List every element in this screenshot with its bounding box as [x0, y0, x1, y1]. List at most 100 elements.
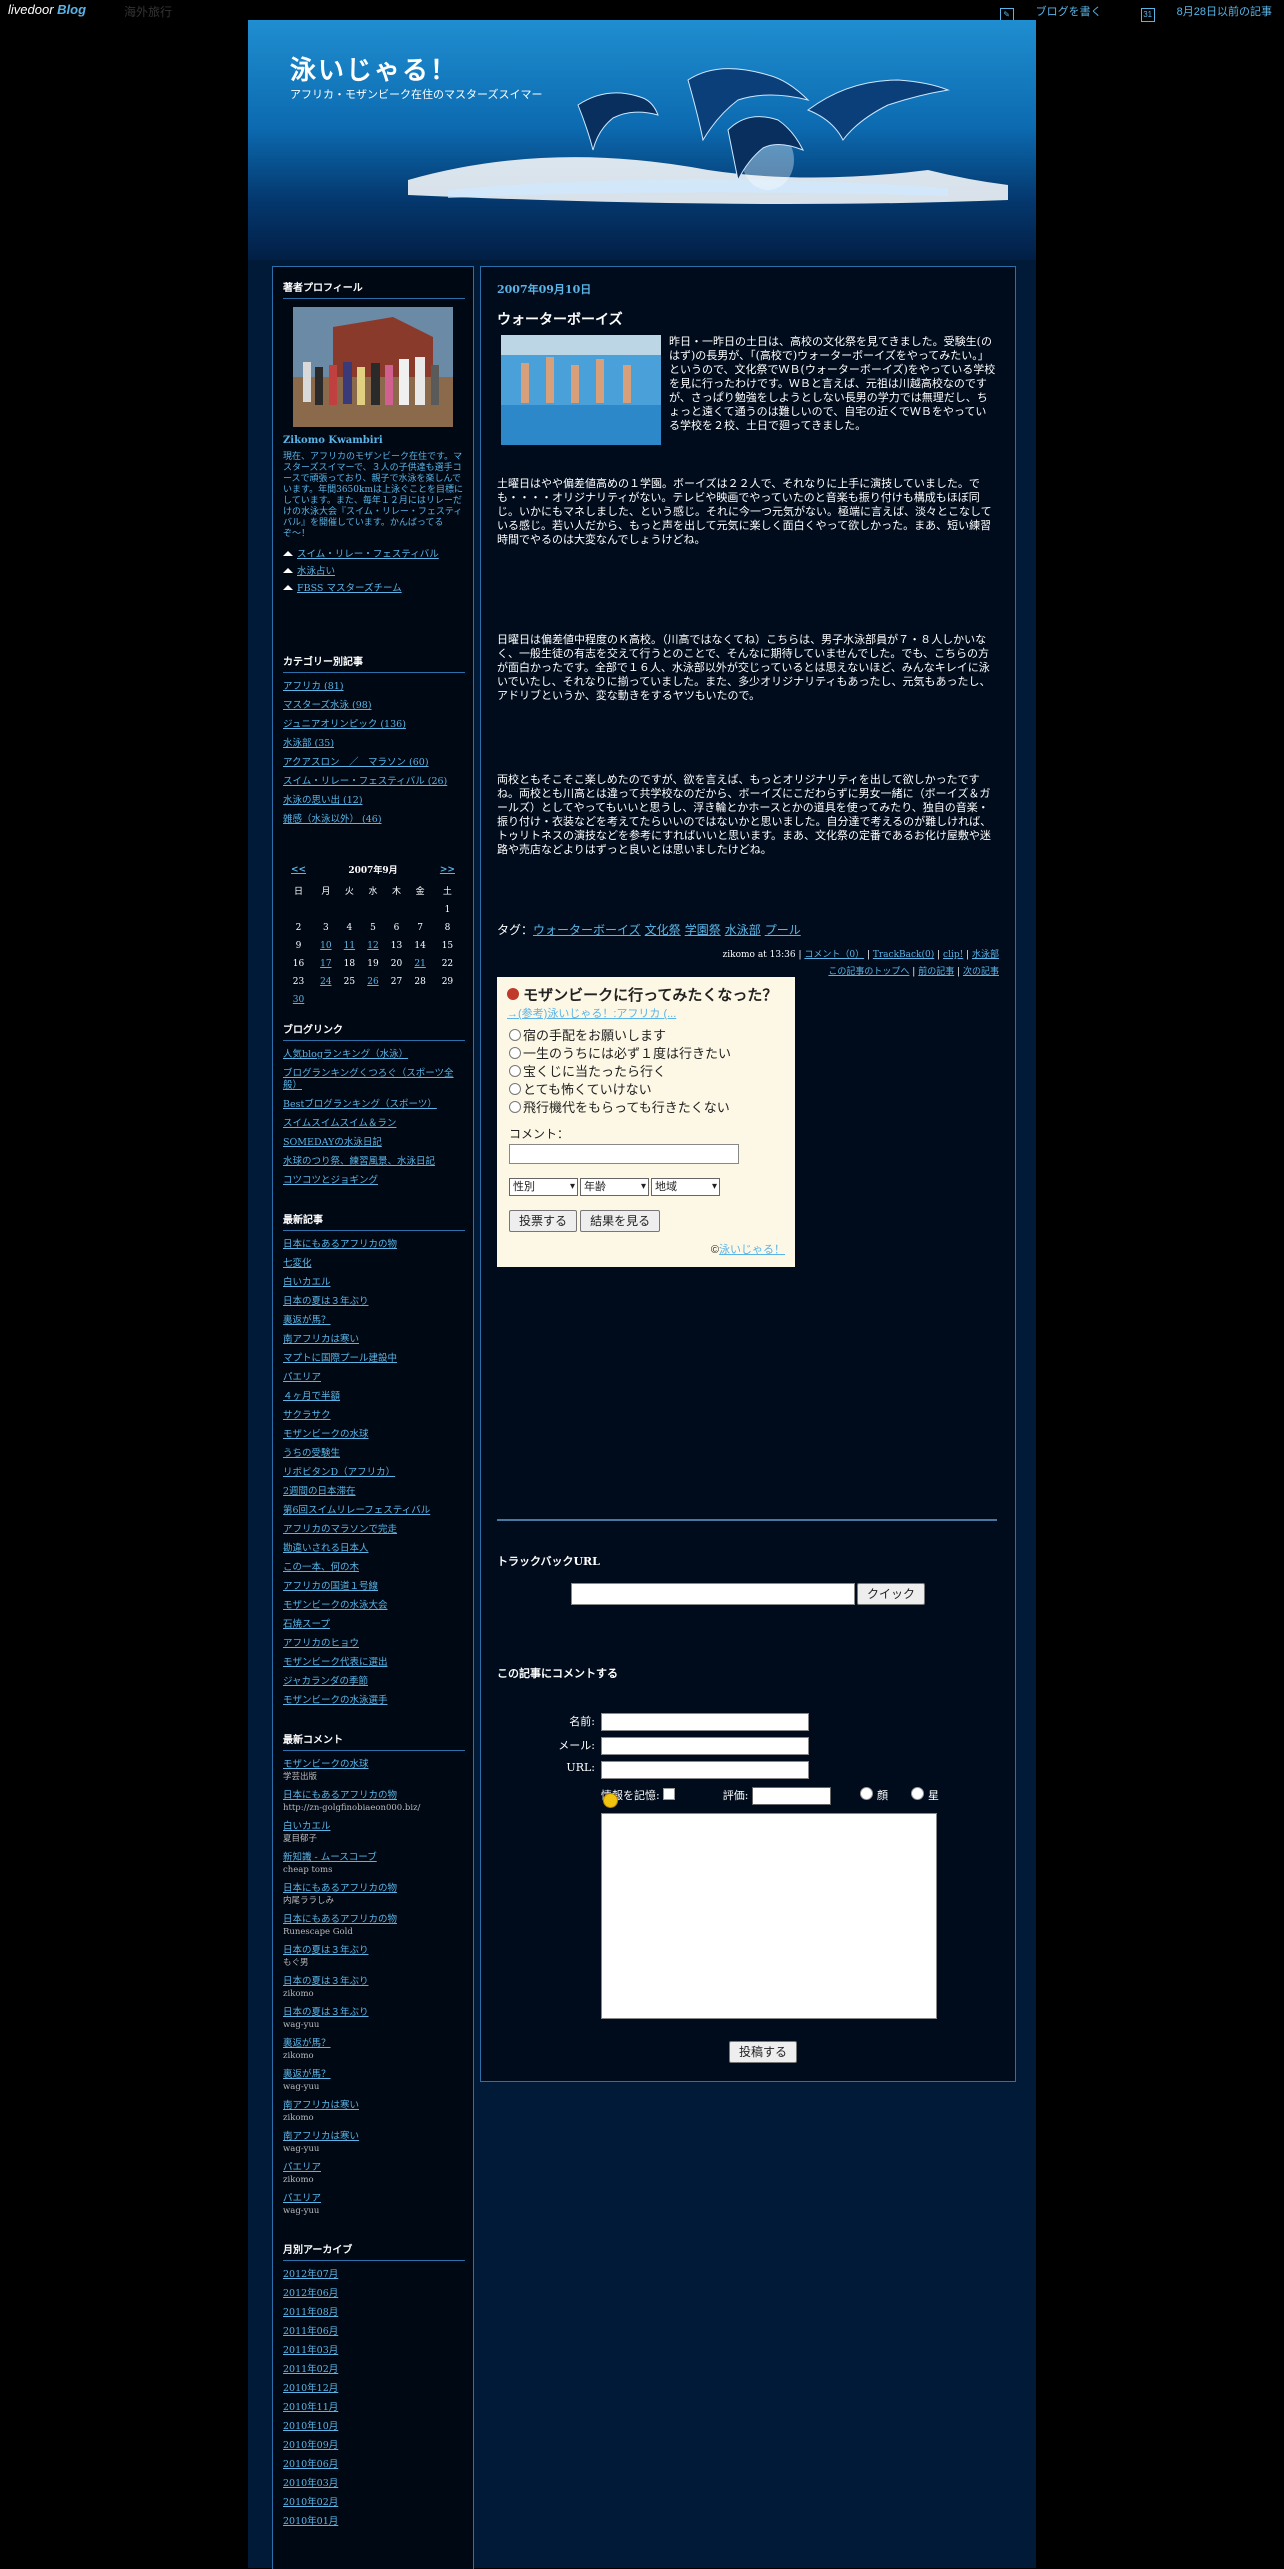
comment-item[interactable]: モザンビークの水球 学芸出版	[283, 1759, 465, 1783]
recent-item[interactable]: 七変化	[283, 1258, 465, 1270]
calendar-day[interactable]: 21	[408, 955, 432, 973]
recent-item[interactable]: 白いカエル	[283, 1277, 465, 1289]
recent-item[interactable]: 日本の夏は３年ぶり	[283, 1296, 465, 1308]
archive-item[interactable]: 2011年06月	[283, 2326, 465, 2338]
blog-title[interactable]: 泳いじゃる！	[290, 50, 458, 87]
comment-item[interactable]: 裏返が馬？ zikomo	[283, 2038, 465, 2062]
star-radio[interactable]	[911, 1787, 925, 1800]
comment-item[interactable]: 日本の夏は３年ぶり zikomo	[283, 1976, 465, 2000]
comment-item[interactable]: 南アフリカは寒い zikomo	[283, 2100, 465, 2124]
poll-select[interactable]: 年齢	[580, 1178, 649, 1196]
poll-radio[interactable]	[509, 1065, 521, 1077]
comment-item[interactable]: 日本の夏は３年ぶり もぐ男	[283, 1945, 465, 1969]
recent-item[interactable]: アフリカの国道１号線	[283, 1581, 465, 1593]
poll-credit-link[interactable]: 泳いじゃる！	[719, 1244, 785, 1256]
profile-link[interactable]: スイム・リレー・フェスティバル	[283, 546, 463, 560]
calendar-next-link[interactable]: >>	[432, 859, 463, 880]
category-item[interactable]: アクアスロン ／ マラソン (60)	[283, 757, 465, 769]
tag-link[interactable]: 学園祭	[685, 923, 721, 937]
poll-option[interactable]: 一生のうちには必ず１度は行きたい	[509, 1045, 783, 1063]
nav-link[interactable]: この記事のトップへ	[828, 967, 909, 977]
comment-item[interactable]: パエリア zikomo	[283, 2162, 465, 2186]
recent-item[interactable]: マプトに国際プール建設中	[283, 1353, 465, 1365]
archive-item[interactable]: 2010年01月	[283, 2516, 465, 2528]
poll-option[interactable]: 飛行機代をもらっても行きたくない	[509, 1099, 783, 1117]
recent-item[interactable]: モザンビーク代表に選出	[283, 1657, 465, 1669]
mail-input[interactable]	[601, 1737, 809, 1755]
poll-option[interactable]: 宿の手配をお願いします	[509, 1027, 783, 1045]
category-item[interactable]: スイム・リレー・フェスティバル (26)	[283, 776, 465, 788]
livedoor-logo[interactable]: livedoor Blog	[8, 2, 86, 17]
recent-item[interactable]: 石焼スープ	[283, 1619, 465, 1631]
archive-item[interactable]: 2010年06月	[283, 2459, 465, 2471]
recent-item[interactable]: パエリア	[283, 1372, 465, 1384]
archive-item[interactable]: 2011年03月	[283, 2345, 465, 2357]
recent-item[interactable]: 南アフリカは寒い	[283, 1334, 465, 1346]
remember-checkbox[interactable]	[663, 1788, 676, 1800]
comment-item[interactable]: 白いカエル 夏目郁子	[283, 1821, 465, 1845]
vote-button[interactable]: 投票する	[509, 1210, 578, 1232]
comment-item[interactable]: 新知識 - ムースコーブ cheap toms	[283, 1852, 465, 1876]
submit-comment-button[interactable]: 投稿する	[729, 2041, 798, 2063]
profile-link[interactable]: 水泳占い	[283, 563, 463, 577]
archive-item[interactable]: 2010年12月	[283, 2383, 465, 2395]
blogroll-item[interactable]: Bestブログランキング（スポーツ）	[283, 1099, 465, 1111]
category-item[interactable]: 雑感（水泳以外） (46)	[283, 814, 465, 826]
nav-link[interactable]: 前の記事	[918, 967, 954, 977]
comment-item[interactable]: 南アフリカは寒い wag-yuu	[283, 2131, 465, 2155]
calendar-day[interactable]: 12	[361, 937, 385, 955]
recent-item[interactable]: この一本、何の木	[283, 1562, 465, 1574]
nav-link[interactable]: 次の記事	[963, 967, 999, 977]
tag-link[interactable]: 水泳部	[725, 923, 761, 937]
comment-item[interactable]: 日本にもあるアフリカの物 Runescape Gold	[283, 1914, 465, 1938]
category-item[interactable]: 水泳の思い出 (12)	[283, 795, 465, 807]
poll-ref-link[interactable]: →(参考)泳いじゃる！:アフリカ (...	[507, 1008, 676, 1020]
poll-radio[interactable]	[509, 1029, 521, 1041]
calendar-day[interactable]: 24	[314, 973, 338, 991]
archive-item[interactable]: 2010年11月	[283, 2402, 465, 2414]
poll-comment-input[interactable]	[509, 1144, 739, 1164]
poll-radio[interactable]	[509, 1101, 521, 1113]
url-input[interactable]	[601, 1761, 809, 1779]
calendar-day[interactable]: 26	[361, 973, 385, 991]
poll-select[interactable]: 地域	[651, 1178, 720, 1196]
comment-item[interactable]: 日本の夏は３年ぶり wag-yuu	[283, 2007, 465, 2031]
archive-item[interactable]: 2011年08月	[283, 2307, 465, 2319]
comment-item[interactable]: 日本にもあるアフリカの物 http://zn-golgfinobiaeon000.…	[283, 1790, 465, 1814]
trackback-url-input[interactable]	[571, 1583, 855, 1605]
meta-link[interactable]: TrackBack(0)	[873, 950, 934, 960]
archive-date-link[interactable]: 31 8月28日以前の記事	[1123, 6, 1272, 22]
category-item[interactable]: ジュニアオリンピック (136)	[283, 719, 465, 731]
recent-item[interactable]: 裏返が馬？	[283, 1315, 465, 1327]
rating-select[interactable]: --	[751, 1787, 831, 1805]
tag-link[interactable]: ウォーターボーイズ	[533, 923, 641, 937]
blogroll-item[interactable]: スイムスイムスイム＆ラン	[283, 1118, 465, 1130]
comment-item[interactable]: 日本にもあるアフリカの物 内尾ララしみ	[283, 1883, 465, 1907]
archive-item[interactable]: 2010年09月	[283, 2440, 465, 2452]
poll-radio[interactable]	[509, 1083, 521, 1095]
tag-link[interactable]: 文化祭	[645, 923, 681, 937]
write-blog-link[interactable]: ✎ ブログを書く	[982, 6, 1102, 22]
recent-item[interactable]: サクラサク	[283, 1410, 465, 1422]
archive-item[interactable]: 2010年02月	[283, 2497, 465, 2509]
poll-radio[interactable]	[509, 1047, 521, 1059]
recent-item[interactable]: アフリカのヒョウ	[283, 1638, 465, 1650]
poll-select[interactable]: 性別	[509, 1178, 578, 1196]
archive-item[interactable]: 2012年07月	[283, 2269, 465, 2281]
blogroll-item[interactable]: 人気blogランキング（水泳）	[283, 1049, 465, 1061]
recent-item[interactable]: 日本にもあるアフリカの物	[283, 1239, 465, 1251]
recent-item[interactable]: モザンビークの水泳選手	[283, 1695, 465, 1707]
result-button[interactable]: 結果を見る	[580, 1210, 661, 1232]
recent-item[interactable]: ジャカランダの季節	[283, 1676, 465, 1688]
meta-link[interactable]: clip!	[943, 950, 963, 960]
entry-photo[interactable]	[501, 335, 661, 445]
calendar-day[interactable]: 10	[314, 937, 338, 955]
blogroll-item[interactable]: ブログランキングくつろぐ（スポーツ全般）	[283, 1068, 465, 1092]
category-item[interactable]: アフリカ (81)	[283, 681, 465, 693]
profile-link[interactable]: FBSS マスターズチーム	[283, 580, 463, 594]
recent-item[interactable]: 2週間の日本滞在	[283, 1486, 465, 1498]
name-input[interactable]	[601, 1713, 809, 1731]
poll-option[interactable]: とても怖くていけない	[509, 1081, 783, 1099]
recent-item[interactable]: リボビタンD（アフリカ）	[283, 1467, 465, 1479]
comment-textarea[interactable]	[601, 1813, 937, 2019]
